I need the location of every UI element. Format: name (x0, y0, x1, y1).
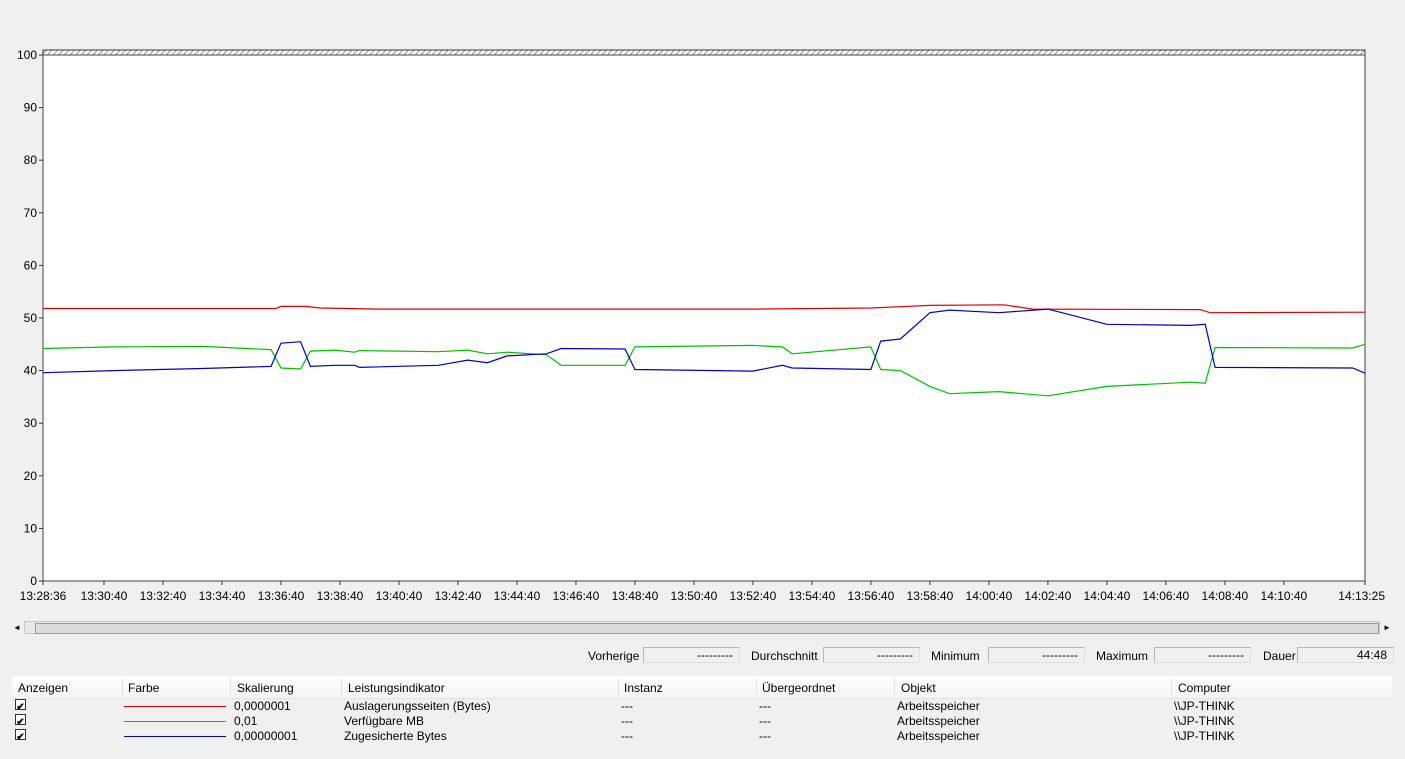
x-tick-label: 13:56:40 (848, 589, 895, 603)
show-checkbox[interactable]: ✔ (15, 729, 26, 743)
color-swatch (124, 721, 226, 722)
x-tick-label: 14:00:40 (966, 589, 1013, 603)
x-tick-label: 13:40:40 (376, 589, 423, 603)
duration-label: Dauer (1263, 649, 1296, 663)
x-tick-label: 14:13:25 (1338, 589, 1385, 603)
object-cell: Arbeitsspeicher (897, 729, 980, 743)
color-swatch (124, 706, 226, 707)
x-tick-label: 13:42:40 (435, 589, 482, 603)
y-tick-label: 30 (24, 416, 38, 430)
scroll-track[interactable] (24, 621, 1380, 634)
computer-cell: \\JP-THINK (1174, 729, 1235, 743)
parent-cell: --- (759, 729, 771, 743)
maximum-label: Maximum (1096, 649, 1149, 663)
parent-cell: --- (759, 699, 771, 713)
x-tick-label: 13:32:40 (140, 589, 187, 603)
counter-legend-table: Anzeigen Farbe Skalierung Leistungsindik… (12, 676, 1392, 744)
instance-cell: --- (621, 699, 633, 713)
x-tick-label: 13:30:40 (81, 589, 128, 603)
show-checkbox[interactable]: ✔ (15, 714, 26, 728)
counter-cell: Verfügbare MB (344, 714, 425, 728)
x-tick-label: 14:10:40 (1261, 589, 1308, 603)
computer-cell: \\JP-THINK (1174, 714, 1235, 728)
y-tick-label: 100 (17, 48, 37, 62)
color-swatch (124, 736, 226, 737)
statistics-bar: Vorherige --------- Durchschnitt -------… (0, 647, 1405, 665)
y-tick-label: 20 (24, 469, 38, 483)
x-tick-label: 13:58:40 (907, 589, 954, 603)
time-scrollbar[interactable]: ◄ ► (10, 620, 1394, 635)
x-tick-label: 13:44:40 (494, 589, 541, 603)
column-header-instance[interactable]: Instanz (624, 681, 663, 695)
column-header-color[interactable]: Farbe (128, 681, 159, 695)
y-tick-label: 40 (24, 364, 38, 378)
x-tick-label: 13:28:36 (20, 589, 67, 603)
average-label: Durchschnitt (751, 649, 818, 663)
scroll-right-button[interactable]: ► (1380, 620, 1394, 635)
y-tick-label: 0 (30, 574, 37, 588)
duration-value: 44:48 (1297, 647, 1394, 663)
y-tick-label: 10 (24, 521, 38, 535)
scale-cell: 0,0000001 (234, 699, 291, 713)
x-tick-label: 13:48:40 (612, 589, 659, 603)
column-header-computer[interactable]: Computer (1178, 681, 1231, 695)
x-tick-label: 13:52:40 (730, 589, 777, 603)
average-value: --------- (823, 647, 920, 663)
y-tick-label: 90 (24, 101, 38, 115)
scroll-left-button[interactable]: ◄ (10, 620, 24, 635)
legend-row[interactable]: ✔ 0,01 Verfügbare MB --- --- Arbeitsspeicher \… (12, 714, 1392, 729)
y-tick-label: 70 (24, 206, 38, 220)
counter-cell: Zugesicherte Bytes (344, 729, 447, 743)
instance-cell: --- (621, 729, 633, 743)
show-checkbox[interactable]: ✔ (15, 699, 26, 713)
y-tick-label: 50 (24, 311, 38, 325)
previous-value: --------- (643, 647, 740, 663)
legend-rows: ✔ 0,0000001 Auslagerungsseiten (Bytes) --- -… (12, 699, 1392, 744)
x-tick-label: 14:02:40 (1025, 589, 1072, 603)
scale-cell: 0,00000001 (234, 729, 298, 743)
legend-row[interactable]: ✔ 0,0000001 Auslagerungsseiten (Bytes) --- -… (12, 699, 1392, 714)
column-header-counter[interactable]: Leistungsindikator (348, 681, 445, 695)
column-header-parent[interactable]: Übergeordnet (762, 681, 835, 695)
x-tick-label: 13:54:40 (789, 589, 836, 603)
counter-cell: Auslagerungsseiten (Bytes) (344, 699, 491, 713)
maximum-value: --------- (1154, 647, 1251, 663)
object-cell: Arbeitsspeicher (897, 699, 980, 713)
previous-label: Vorherige (588, 649, 640, 663)
scale-cell: 0,01 (234, 714, 258, 728)
x-tick-label: 13:34:40 (199, 589, 246, 603)
instance-cell: --- (621, 714, 633, 728)
computer-cell: \\JP-THINK (1174, 699, 1235, 713)
x-tick-label: 14:04:40 (1084, 589, 1131, 603)
minimum-value: --------- (988, 647, 1085, 663)
y-tick-label: 60 (24, 258, 38, 272)
column-header-scale[interactable]: Skalierung (237, 681, 294, 695)
y-tick-label: 80 (24, 153, 38, 167)
object-cell: Arbeitsspeicher (897, 714, 980, 728)
column-header-object[interactable]: Objekt (901, 681, 936, 695)
chart-top-hatch (42, 49, 1366, 56)
x-tick-label: 13:36:40 (258, 589, 305, 603)
column-header-show[interactable]: Anzeigen (18, 681, 68, 695)
scroll-thumb[interactable] (35, 623, 1379, 634)
x-tick-label: 13:50:40 (671, 589, 718, 603)
x-axis: 13:28:36 13:30:40 13:32:40 13:34:40 13:36:40… (20, 581, 1385, 603)
x-tick-label: 14:06:40 (1143, 589, 1190, 603)
performance-chart: 0102030405060708090100 13:28:36 13:30:40 1… (17, 48, 1385, 603)
x-tick-label: 13:38:40 (317, 589, 364, 603)
y-axis: 0 10 20 30 40 50 60 70 80 90 100 (17, 48, 43, 588)
legend-header: Anzeigen Farbe Skalierung Leistungsindik… (12, 676, 1392, 699)
plot-area (42, 54, 1366, 582)
parent-cell: --- (759, 714, 771, 728)
x-tick-label: 14:08:40 (1202, 589, 1249, 603)
legend-row[interactable]: ✔ 0,00000001 Zugesicherte Bytes --- --- Arbei… (12, 729, 1392, 744)
minimum-label: Minimum (931, 649, 980, 663)
x-tick-label: 13:46:40 (553, 589, 600, 603)
